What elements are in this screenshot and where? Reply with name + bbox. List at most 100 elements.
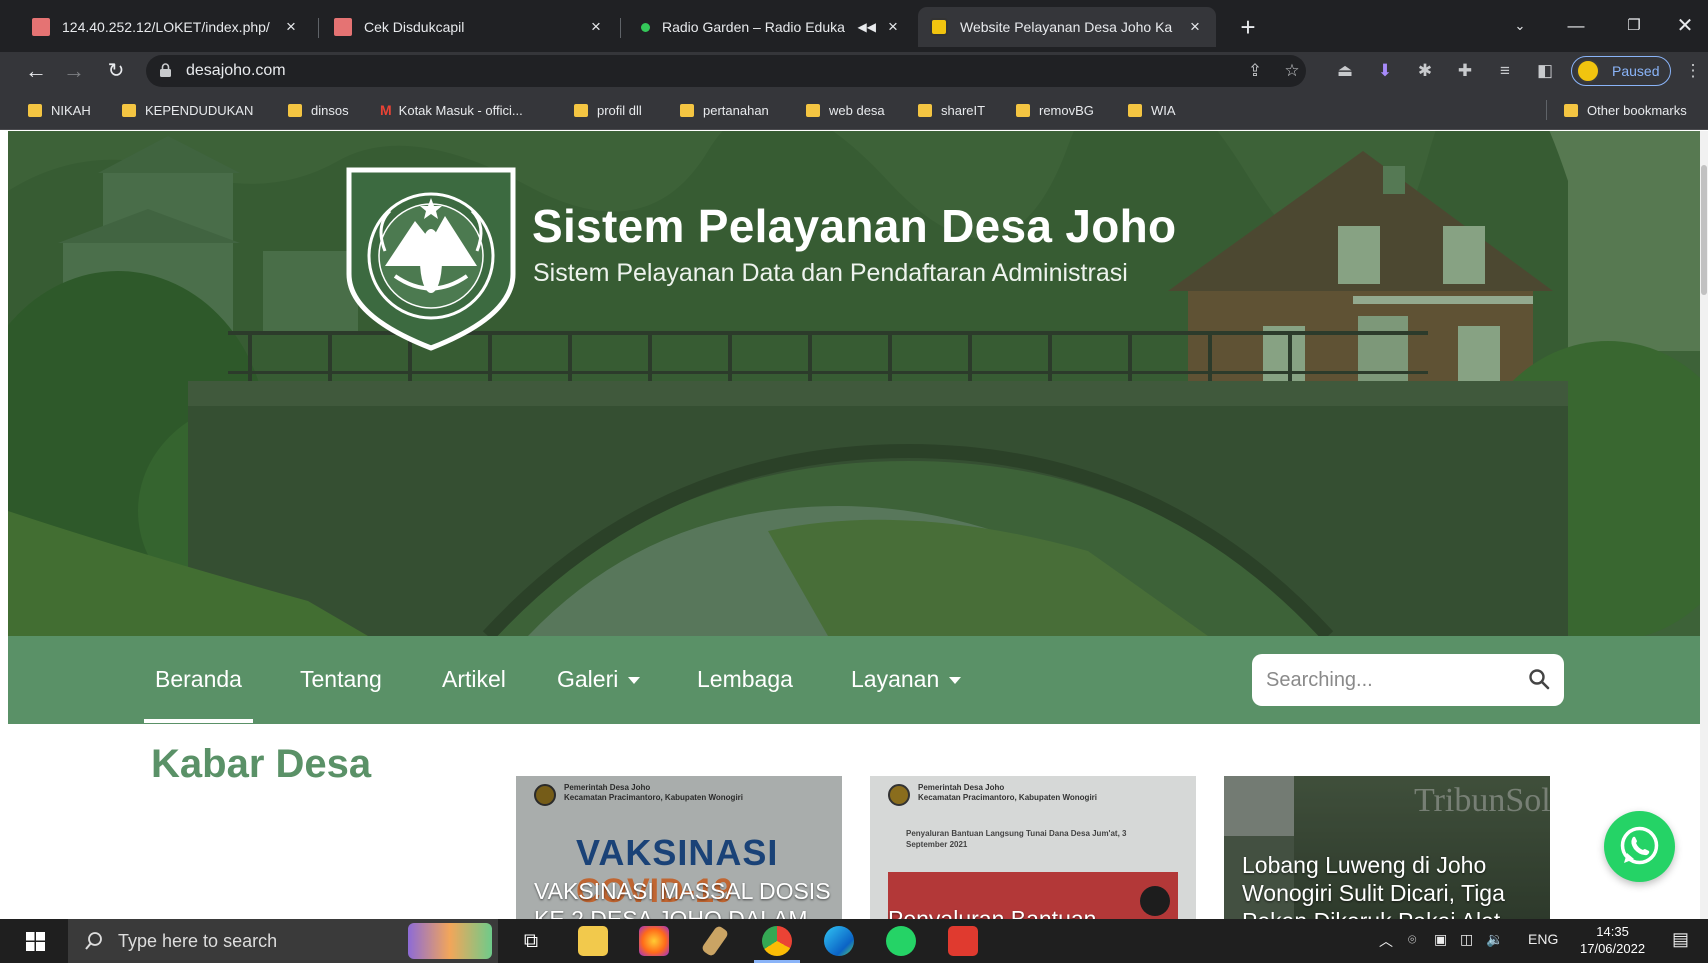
search-icon[interactable] [1528,668,1550,690]
close-tab-icon[interactable]: × [1186,17,1204,37]
bookmark-link[interactable]: M Kotak Masuk - offici... [380,100,523,120]
page-scrollbar-thumb[interactable] [1701,165,1707,295]
taskbar-search-placeholder: Type here to search [118,931,278,951]
close-window-button[interactable]: ✕ [1662,10,1708,42]
chrome-menu-icon[interactable]: ⋮ [1678,56,1708,86]
nav-lembaga[interactable]: Lembaga [697,666,793,693]
bookmark-label: profil dll [597,102,642,118]
site-search-box[interactable] [1252,654,1564,706]
share-icon[interactable]: ⇪ [1240,56,1270,86]
bookmark-label: NIKAH [51,102,91,118]
news-card-title[interactable]: VAKSINASI MASSAL DOSIS KE 2 DESA JOHO DA… [534,877,834,919]
close-tab-icon[interactable]: × [282,17,300,37]
other-bookmarks-folder[interactable]: Other bookmarks [1564,100,1687,120]
file-explorer-icon[interactable] [578,926,608,956]
nav-tentang[interactable]: Tentang [300,666,382,693]
main-navigation: Beranda Tentang Artikel Galeri Lembaga L… [8,636,1700,724]
bookmark-folder[interactable]: removBG [1016,100,1094,120]
pdf-reader-icon[interactable] [948,926,978,956]
nav-beranda[interactable]: Beranda [144,666,253,723]
news-card[interactable]: Pemerintah Desa Joho Kecamatan Pracimant… [870,776,1196,919]
folder-icon [122,103,136,117]
news-card[interactable]: Pemerintah Desa Joho Kecamatan Pracimant… [516,776,842,919]
extension-pin-icon[interactable]: ✱ [1410,56,1440,86]
profile-paused-button[interactable]: Paused [1571,56,1671,86]
bookmark-folder[interactable]: WIA [1128,100,1176,120]
profile-avatar [1576,59,1600,83]
nav-galeri[interactable]: Galeri [557,666,641,693]
back-arrow-icon[interactable]: ← [20,55,52,87]
tray-app-icon[interactable]: ⌾ [1408,931,1416,948]
tab-title: Cek Disdukcapil [364,19,465,35]
nav-layanan[interactable]: Layanan [851,666,962,693]
news-card-title[interactable]: Penyaluran Bantuan [888,905,1188,919]
bookmark-folder[interactable]: NIKAH [28,100,91,120]
bookmark-label: Kotak Masuk - offici... [398,102,523,118]
browser-tab[interactable]: Cek Disdukcapil × [322,7,617,47]
taskbar-clock[interactable]: 14:35 17/06/2022 [1580,923,1645,957]
network-icon[interactable]: ◫ [1460,931,1473,948]
new-tab-button[interactable]: + [1233,12,1263,42]
browser-tab-strip: 124.40.252.12/LOKET/index.php/ × Cek Dis… [0,0,1708,52]
whatsapp-taskbar-icon[interactable] [886,926,916,956]
language-indicator[interactable]: ENG [1528,931,1558,947]
minimize-button[interactable]: — [1553,10,1599,42]
folder-icon [918,103,932,117]
bookmark-star-icon[interactable]: ☆ [1277,56,1307,86]
side-panel-icon[interactable]: ◧ [1530,56,1560,86]
whatsapp-chat-button[interactable] [1604,811,1675,882]
site-subtitle: Sistem Pelayanan Data dan Pendaftaran Ad… [533,259,1128,287]
folder-icon [1564,103,1578,117]
speaker-icon[interactable]: ◀◀ [858,20,876,34]
search-icon [85,932,102,950]
task-view-icon[interactable]: ⧉ [516,926,546,956]
folder-icon [1016,103,1030,117]
bookmark-label: dinsos [311,102,349,118]
bookmark-label: Other bookmarks [1587,102,1687,118]
bookmark-folder[interactable]: web desa [806,100,885,120]
pinned-app-icon[interactable] [700,924,730,958]
forward-arrow-icon[interactable]: → [58,55,90,87]
browser-tab[interactable]: 124.40.252.12/LOKET/index.php/ × [20,7,312,47]
bookmark-folder[interactable]: dinsos [288,100,349,120]
bookmark-folder[interactable]: profil dll [574,100,642,120]
lock-icon[interactable] [160,63,171,77]
poster-subtext: Penyaluran Bantuan Langsung Tunai Dana D… [906,829,1127,849]
chrome-icon[interactable] [762,926,792,956]
edge-icon[interactable] [824,926,854,956]
bookmark-folder[interactable]: pertanahan [680,100,769,120]
folder-icon [806,103,820,117]
media-control-icon[interactable]: ≡ [1490,56,1520,86]
news-card-title[interactable]: Lobang Luweng di Joho Wonogiri Sulit Dic… [1242,851,1542,919]
extension-download-icon[interactable]: ⬇ [1370,56,1400,86]
address-bar[interactable]: desajoho.com ⇪ ☆ [146,55,1306,87]
reload-icon[interactable]: ↻ [100,55,132,87]
firefox-icon[interactable] [639,926,669,956]
url-text[interactable]: desajoho.com [186,62,286,80]
tab-search-chevron-icon[interactable]: ⌄ [1497,10,1543,42]
tray-meet-icon[interactable]: ▣ [1434,931,1447,948]
folder-icon [1128,103,1142,117]
dropdown-caret-icon [949,677,962,685]
bookmark-folder[interactable]: shareIT [918,100,985,120]
windows-start-icon[interactable] [26,932,45,951]
browser-tab[interactable]: Radio Garden – Radio Eduka ◀◀ × [624,7,914,47]
close-tab-icon[interactable]: × [587,17,605,37]
extension-upload-icon[interactable]: ⏏ [1330,56,1360,86]
news-card[interactable]: TribunSolo Lobang Luweng di Joho Wonogir… [1224,776,1550,919]
browser-tab-active[interactable]: Website Pelayanan Desa Joho Ka × [918,7,1216,47]
restore-button[interactable]: ❐ [1611,10,1657,42]
volume-icon[interactable]: 🔉 [1486,931,1503,948]
nav-artikel[interactable]: Artikel [442,666,506,693]
tray-chevron-icon[interactable]: ︿ [1379,931,1393,951]
clock-date: 17/06/2022 [1580,941,1646,956]
taskbar-search-box[interactable]: Type here to search [68,919,498,963]
windows-taskbar: Type here to search ⧉ ︿ ⌾ ▣ ◫ 🔉 ENG 14:3… [0,919,1708,963]
extensions-puzzle-icon[interactable]: ✚ [1450,56,1480,86]
tab-title: Radio Garden – Radio Eduka [662,19,845,35]
site-search-input[interactable] [1266,666,1516,694]
tab-title: 124.40.252.12/LOKET/index.php/ [62,19,270,35]
bookmark-folder[interactable]: KEPENDUDUKAN [122,100,253,120]
notifications-icon[interactable]: ▤ [1672,929,1689,950]
close-tab-icon[interactable]: × [884,17,902,37]
